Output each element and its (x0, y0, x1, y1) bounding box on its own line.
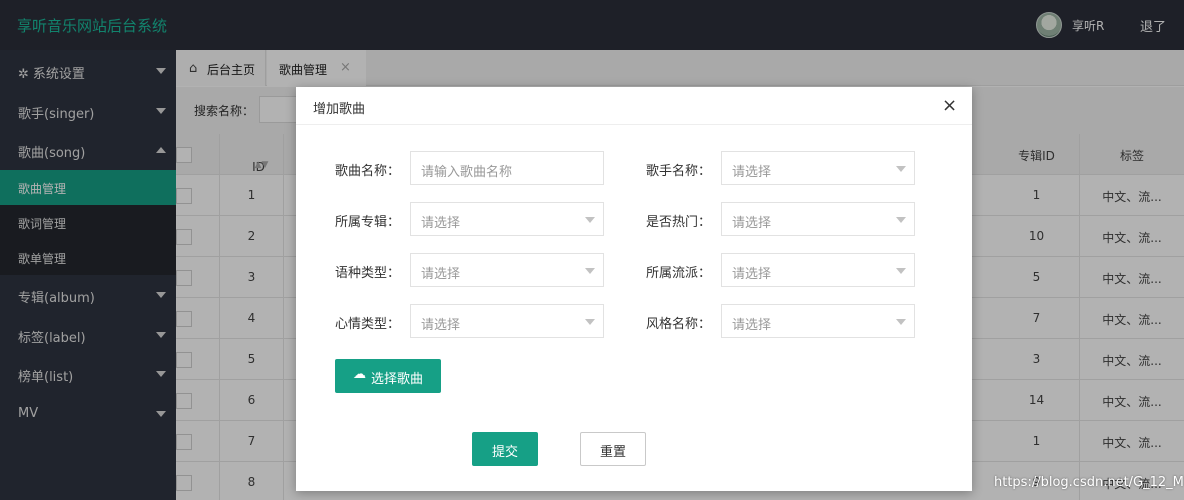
watermark: https://blog.csdn.net/G_12_M (994, 475, 1184, 490)
is-hot-select[interactable]: 请选择 (721, 202, 915, 236)
dialog-title: 增加歌曲 (313, 102, 366, 117)
placeholder: 请选择 (732, 165, 772, 180)
style-select[interactable]: 请选择 (721, 304, 915, 338)
style-label: 风格名称： (646, 317, 712, 332)
cloud-upload-icon: ☁ (353, 367, 366, 382)
dropdown-arrow-icon (585, 319, 595, 325)
submit-button[interactable]: 提交 (472, 432, 538, 466)
placeholder: 请选择 (421, 318, 461, 333)
button-label: 选择歌曲 (371, 372, 424, 387)
placeholder: 请选择 (421, 267, 461, 282)
genre-label: 所属流派： (646, 266, 712, 281)
dropdown-arrow-icon (896, 217, 906, 223)
singer-name-label: 歌手名称： (646, 164, 712, 179)
placeholder: 请选择 (732, 267, 772, 282)
singer-select[interactable]: 请选择 (721, 151, 915, 185)
mood-label: 心情类型： (335, 317, 401, 332)
button-label: 重置 (599, 445, 626, 460)
add-song-dialog: 增加歌曲 × 歌曲名称： 请输入歌曲名称 歌手名称： 请选择 所属专辑： 请选择… (296, 87, 972, 491)
button-label: 提交 (491, 445, 518, 460)
genre-select[interactable]: 请选择 (721, 253, 915, 287)
album-select[interactable]: 请选择 (410, 202, 604, 236)
is-hot-label: 是否热门： (646, 215, 712, 230)
album-label: 所属专辑： (335, 215, 401, 230)
close-icon[interactable]: × (942, 95, 957, 116)
placeholder: 请选择 (732, 216, 772, 231)
song-name-label: 歌曲名称： (335, 164, 401, 179)
dropdown-arrow-icon (585, 217, 595, 223)
placeholder: 请选择 (421, 216, 461, 231)
language-select[interactable]: 请选择 (410, 253, 604, 287)
dialog-header: 增加歌曲 × (296, 87, 972, 125)
song-name-input[interactable]: 请输入歌曲名称 (410, 151, 604, 185)
dropdown-arrow-icon (896, 268, 906, 274)
placeholder: 请选择 (732, 318, 772, 333)
mood-select[interactable]: 请选择 (410, 304, 604, 338)
dropdown-arrow-icon (896, 319, 906, 325)
reset-button[interactable]: 重置 (580, 432, 646, 466)
placeholder: 请输入歌曲名称 (421, 165, 513, 180)
select-song-button[interactable]: ☁ 选择歌曲 (335, 359, 441, 393)
dropdown-arrow-icon (585, 268, 595, 274)
dropdown-arrow-icon (896, 166, 906, 172)
language-label: 语种类型： (335, 266, 401, 281)
